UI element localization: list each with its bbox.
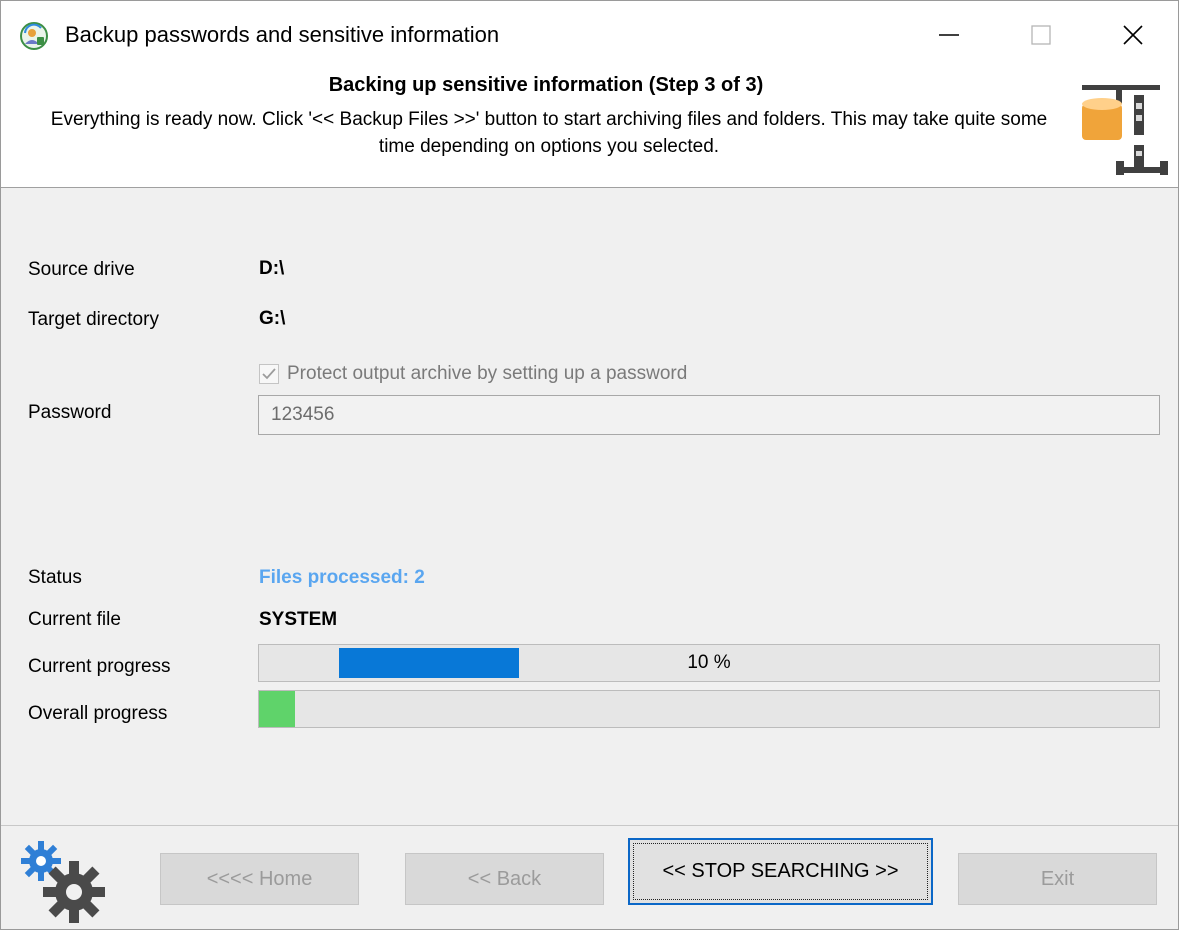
gears-icon: [21, 841, 105, 923]
overall-progress-bar: [258, 690, 1160, 728]
backup-window: Backup passwords and sensitive informati…: [0, 0, 1179, 930]
step-title: Backing up sensitive information (Step 3…: [328, 74, 764, 96]
minimize-icon: [939, 34, 959, 36]
close-icon: [1123, 25, 1143, 45]
maximize-button[interactable]: [1011, 11, 1071, 59]
target-directory-label: Target directory: [28, 309, 159, 330]
archive-press-icon: [1082, 85, 1168, 175]
back-button[interactable]: << Back: [405, 853, 604, 905]
footer-divider: [1, 825, 1178, 826]
current-progress-text: 10 %: [687, 652, 731, 673]
current-file-label: Current file: [28, 609, 121, 630]
protect-archive-checkbox[interactable]: [259, 364, 279, 384]
step-description: Everything is ready now. Click '<< Backu…: [50, 109, 1048, 157]
user-shield-icon: [20, 22, 48, 50]
current-progress-label: Current progress: [28, 656, 171, 677]
window-title: Backup passwords and sensitive informati…: [65, 22, 500, 47]
wizard-header: Backing up sensitive information (Step 3…: [1, 69, 1178, 188]
stop-searching-button[interactable]: << STOP SEARCHING >>: [628, 838, 933, 905]
home-button[interactable]: <<<< Home: [160, 853, 359, 905]
checkmark-icon: [262, 368, 276, 380]
overall-progress-label: Overall progress: [28, 703, 168, 724]
protect-archive-checkbox-row[interactable]: Protect output archive by setting up a p…: [259, 363, 687, 385]
source-drive-label: Source drive: [28, 259, 135, 280]
minimize-button[interactable]: [919, 11, 979, 59]
target-directory-value: G:\: [259, 308, 286, 329]
overall-progress-fill: [259, 691, 295, 727]
protect-archive-label: Protect output archive by setting up a p…: [287, 363, 688, 384]
password-field[interactable]: 123456: [258, 395, 1160, 435]
stop-searching-label: << STOP SEARCHING >>: [633, 843, 928, 900]
current-file-value: SYSTEM: [259, 609, 338, 630]
status-label: Status: [28, 567, 82, 588]
password-label: Password: [28, 402, 112, 423]
status-value: Files processed: 2: [259, 567, 425, 588]
exit-button[interactable]: Exit: [958, 853, 1157, 905]
close-button[interactable]: [1103, 11, 1163, 59]
current-progress-bar: 10 %: [258, 644, 1160, 682]
title-bar: Backup passwords and sensitive informati…: [1, 1, 1178, 69]
password-value: 123456: [271, 404, 335, 425]
source-drive-value: D:\: [259, 258, 285, 279]
maximize-icon: [1031, 25, 1051, 45]
